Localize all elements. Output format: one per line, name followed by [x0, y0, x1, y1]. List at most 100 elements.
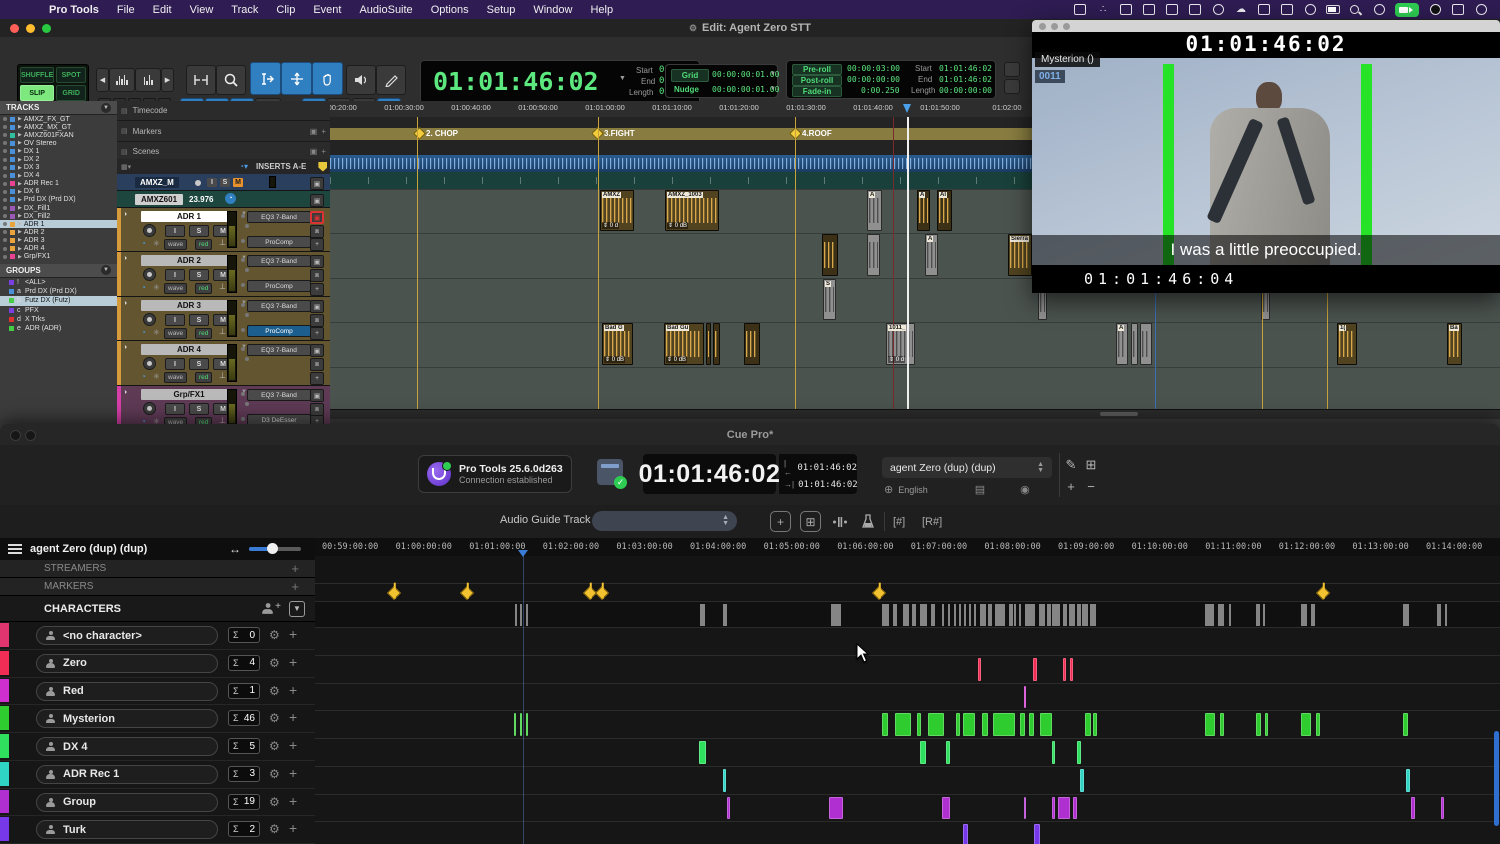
insert-bypass-dot[interactable]: [241, 283, 245, 287]
cue-block[interactable]: [1077, 741, 1081, 764]
cue-block[interactable]: [1403, 713, 1408, 736]
track-head-adr-2[interactable]: ◑ADR 2▼ISM◔✳wavered⊥EQ3 7-BandProComp▣⧈+: [117, 252, 330, 297]
triangle-box-icon[interactable]: [1280, 4, 1294, 16]
track-name[interactable]: ADR 4: [141, 344, 237, 355]
counter-dropdown-arrow[interactable]: ▼: [619, 75, 626, 82]
menu-item-pro-tools[interactable]: Pro Tools: [40, 4, 108, 16]
postroll-toggle[interactable]: Post-roll: [792, 75, 842, 86]
guide-track-select[interactable]: ▲▼: [592, 511, 737, 531]
grid-mode-button[interactable]: GRID: [56, 85, 86, 101]
badge-i[interactable]: I: [207, 178, 217, 187]
loop-icon[interactable]: [1372, 4, 1386, 16]
cue-block[interactable]: [963, 713, 975, 736]
out-time[interactable]: 01:01:46:02: [798, 480, 858, 490]
cue-count-box[interactable]: Σ5: [228, 738, 260, 754]
character-row-adr-rec-1[interactable]: ADR Rec 1Σ3⚙+: [0, 761, 315, 789]
character-name-pill[interactable]: Turk: [36, 820, 218, 839]
cue-block[interactable]: [1063, 658, 1066, 681]
clip-bad-g[interactable]: Bad G⇕ 0 dB: [602, 323, 633, 365]
insert-procomp[interactable]: ProComp: [247, 236, 311, 248]
badge-m[interactable]: M: [233, 178, 243, 187]
collapse-arrow-icon[interactable]: ◑: [123, 389, 127, 396]
collapse-arrow-icon[interactable]: ◑: [123, 255, 127, 262]
track-active-dot[interactable]: [3, 214, 7, 218]
cue-block[interactable]: [978, 658, 981, 681]
cue-block[interactable]: [920, 741, 926, 764]
zoom-tool-button[interactable]: [216, 65, 246, 95]
close-button[interactable]: [10, 430, 21, 441]
cue-block[interactable]: [993, 713, 1015, 736]
sidebar-track-adr-1[interactable]: ▶ADR 1: [0, 220, 117, 228]
cue-block[interactable]: [1070, 658, 1073, 681]
track-active-dot[interactable]: [3, 182, 7, 186]
apple-icon[interactable]: [14, 4, 26, 16]
elastic-icon[interactable]: ✳: [153, 372, 160, 381]
insert-bypass-dot[interactable]: [241, 328, 245, 332]
cue-block[interactable]: [1058, 797, 1070, 820]
record-enable-button[interactable]: [143, 268, 156, 281]
add-cue-icon[interactable]: +: [289, 737, 297, 753]
insert-eq3-7-band[interactable]: EQ3 7-Band: [247, 255, 311, 267]
insert-slot-dot[interactable]: [245, 268, 249, 272]
cuepro-ruler[interactable]: 00:59:00:0001:00:00:0001:01:00:0001:02:0…: [315, 538, 1500, 557]
cue-lane-red[interactable]: [315, 684, 1500, 712]
playhead-cursor-icon[interactable]: [903, 104, 911, 113]
dots-grid-icon[interactable]: ∴: [1096, 4, 1110, 16]
grid-toggle-button[interactable]: Grid: [671, 69, 709, 82]
pre-post-button-b[interactable]: [1004, 79, 1020, 94]
cue-block[interactable]: [699, 741, 706, 764]
sidebar-track-adr-rec-1[interactable]: ▶ADR Rec 1: [0, 180, 117, 188]
character-row-red[interactable]: RedΣ1⚙+: [0, 678, 315, 706]
track-view-selector[interactable]: wave: [164, 283, 187, 294]
close-button[interactable]: [1039, 23, 1046, 30]
timebase-icon[interactable]: ◔: [141, 239, 146, 248]
insert-slot-dot[interactable]: [245, 402, 249, 406]
character-row-group[interactable]: GroupΣ19⚙+: [0, 789, 315, 817]
shield-icon[interactable]: [1142, 4, 1156, 16]
track-active-dot[interactable]: [3, 149, 7, 153]
cue-block[interactable]: [963, 824, 968, 844]
cue-block[interactable]: [1024, 686, 1026, 709]
cue-block[interactable]: [1205, 713, 1215, 736]
clip-ba[interactable]: Ba: [1447, 323, 1462, 365]
cue-block[interactable]: [882, 713, 888, 736]
cue-block[interactable]: [1316, 713, 1320, 736]
track-active-dot[interactable]: [3, 166, 7, 170]
toggles-icon[interactable]: [1451, 4, 1465, 16]
playlist-color-selector[interactable]: red: [195, 283, 212, 294]
track-name[interactable]: ADR 1: [141, 211, 237, 222]
add-insert-button[interactable]: +: [310, 327, 324, 340]
insert-bypass-dot[interactable]: [241, 417, 245, 421]
track-head-amxz601[interactable]: AMXZ60123.976◔▣: [117, 191, 330, 208]
grabber-tool-button[interactable]: [281, 62, 312, 95]
track-active-dot[interactable]: [3, 190, 7, 194]
nudge-dropdown-arrow[interactable]: ▼: [770, 86, 776, 92]
window-button[interactable]: ⧈: [310, 225, 324, 238]
add-insert-button[interactable]: +: [310, 372, 324, 385]
record-enable-button[interactable]: [143, 402, 156, 415]
cue-block[interactable]: [1093, 713, 1097, 736]
sidebar-track-amxz601fxan[interactable]: ▶AMXZ601FXAN: [0, 131, 117, 139]
playhead-marker[interactable]: [518, 550, 528, 557]
vertical-scrollbar[interactable]: [1494, 731, 1499, 826]
cue-block[interactable]: [1040, 713, 1052, 736]
clip-a[interactable]: A: [917, 190, 930, 231]
clip[interactable]: [1131, 323, 1138, 365]
automation-button[interactable]: ▣: [310, 255, 324, 268]
track-active-dot[interactable]: [3, 247, 7, 251]
siri-icon[interactable]: [1428, 4, 1442, 16]
cue-block[interactable]: [1080, 769, 1084, 792]
tracks-header[interactable]: TRACKS ▼: [0, 101, 117, 115]
add-streamer-icon[interactable]: +: [291, 561, 299, 576]
clip-a[interactable]: A: [867, 190, 882, 231]
menu-item-file[interactable]: File: [108, 4, 144, 16]
pencil-tool-button[interactable]: [376, 65, 406, 95]
timebase-icon[interactable]: ◔: [141, 283, 146, 292]
track-s-button[interactable]: S: [189, 314, 209, 326]
zoom-slider[interactable]: [249, 547, 301, 551]
insert-eq3-7-band[interactable]: EQ3 7-Band: [247, 300, 311, 312]
record-enable-button[interactable]: [143, 357, 156, 370]
clip-s[interactable]: S: [823, 279, 836, 320]
add-scenes-icon[interactable]: ▣+: [310, 147, 326, 156]
cue-block[interactable]: [1406, 769, 1410, 792]
